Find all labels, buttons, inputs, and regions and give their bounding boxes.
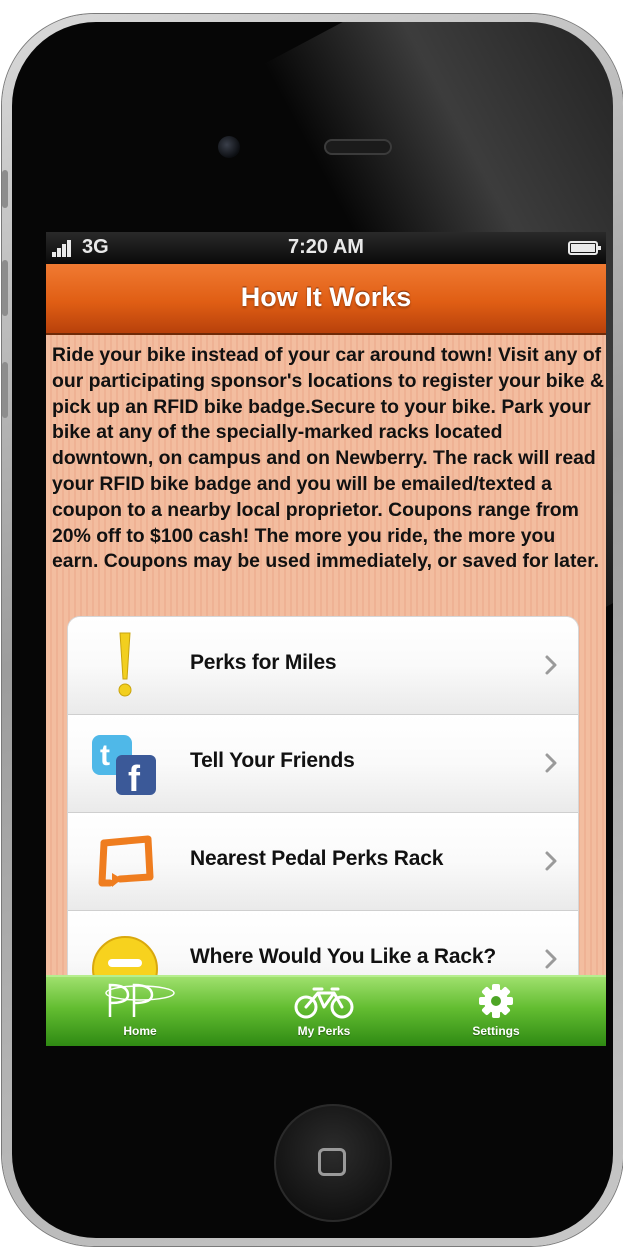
chevron-right-icon [545,655,557,675]
menu-item-nearest-rack[interactable]: Nearest Pedal Perks Rack [68,813,578,911]
menu-item-label: Tell Your Friends [190,749,355,772]
status-bar: 3G 7:20 AM [46,232,606,264]
earpiece-speaker [324,139,392,155]
home-square-icon [318,1148,346,1176]
rack-icon [98,835,154,887]
svg-text:t: t [100,739,110,772]
tab-my-perks-label: My Perks [297,1024,351,1038]
navigation-bar: How It Works [46,264,606,335]
app-screen: 3G 7:20 AM How It Works Ride your bike i… [46,232,606,1046]
chevron-right-icon [545,851,557,871]
gear-icon [479,984,513,1018]
exclamation-icon [118,632,132,697]
tab-home-label: Home [123,1024,157,1038]
chevron-right-icon [545,753,557,773]
menu-item-label: Nearest Pedal Perks Rack [190,847,444,870]
tab-home[interactable]: Home [80,977,200,1046]
tab-settings-label: Settings [472,1024,520,1038]
tab-my-perks[interactable]: My Perks [264,977,384,1046]
twitter-facebook-icon: t f [92,735,156,799]
page-title: How It Works [240,282,412,312]
device-mockup: 3G 7:20 AM How It Works Ride your bike i… [0,0,623,1251]
menu-item-label: Perks for Miles [190,651,337,674]
mute-switch [2,170,8,208]
svg-text:f: f [128,758,141,799]
home-button[interactable] [274,1104,392,1222]
chevron-right-icon [545,949,557,969]
status-clock: 7:20 AM [288,236,364,258]
battery-icon [568,241,601,255]
menu-item-perks-for-miles[interactable]: Perks for Miles [68,617,578,715]
menu-item-label: Where Would You Like a Rack? [190,945,496,968]
bicycle-icon [294,987,354,1019]
pedal-perks-logo-icon [105,983,175,1017]
volume-down-button [2,362,8,418]
tab-bar: Home My Perks Settings [46,975,606,1046]
menu-list: Perks for Miles t f Tell Your Friends Ne… [68,617,578,1017]
menu-item-tell-your-friends[interactable]: t f Tell Your Friends [68,715,578,813]
volume-up-button [2,260,8,316]
tab-settings[interactable]: Settings [436,977,556,1046]
how-it-works-description: Ride your bike instead of your car aroun… [52,344,604,573]
front-camera [218,136,240,158]
content-area: Ride your bike instead of your car aroun… [46,335,606,1017]
